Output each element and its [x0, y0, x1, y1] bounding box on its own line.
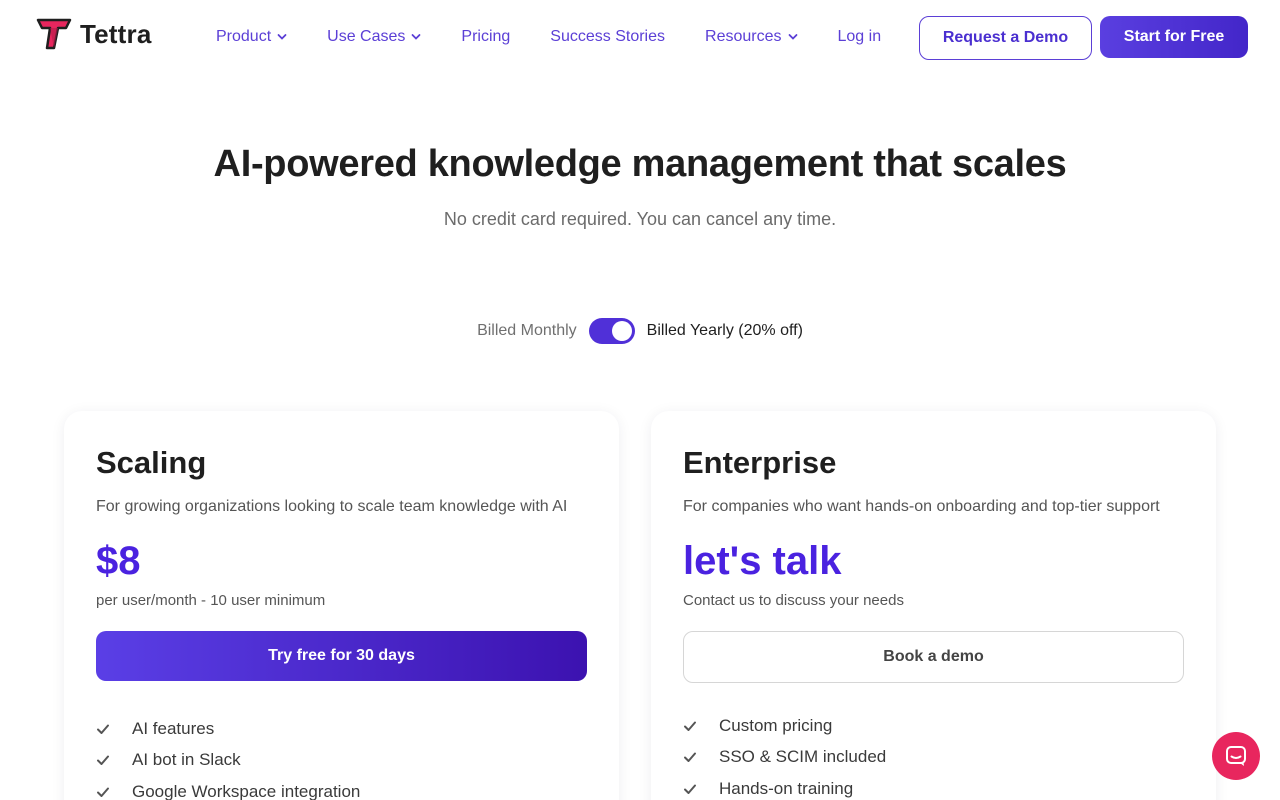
nav-login[interactable]: Log in — [838, 28, 882, 46]
plan-card-enterprise: Enterprise For companies who want hands-… — [651, 411, 1216, 800]
check-icon — [684, 784, 696, 794]
toggle-knob — [611, 321, 632, 341]
nav-success-stories[interactable]: Success Stories — [550, 28, 665, 46]
check-icon — [684, 721, 696, 731]
check-icon — [97, 755, 109, 766]
request-demo-button[interactable]: Request a Demo — [919, 16, 1092, 60]
nav-success-stories-label: Success Stories — [550, 28, 666, 45]
try-free-button[interactable]: Try free for 30 days — [96, 631, 587, 681]
billed-monthly-label[interactable]: Billed Monthly — [477, 322, 577, 340]
brand-name: Tettra — [80, 18, 152, 49]
chevron-down-icon — [411, 34, 421, 40]
feature-label: SSO & SCIM included — [719, 747, 887, 767]
feature-item: AI bot in Slack — [96, 745, 360, 777]
plan-card-scaling: Scaling For growing organizations lookin… — [64, 411, 619, 800]
tettra-logo-icon — [36, 18, 72, 50]
feature-label: AI bot in Slack — [132, 750, 241, 770]
nav-resources-label: Resources — [705, 28, 782, 45]
plan-price-note: Contact us to discuss your needs — [683, 592, 904, 609]
top-nav: Tettra Product Use Cases Pricing Success… — [0, 0, 1280, 78]
chat-widget-button[interactable] — [1212, 732, 1260, 780]
tettra-logo[interactable]: Tettra — [36, 18, 152, 50]
check-icon — [97, 787, 109, 797]
feature-item: Google Workspace integration — [96, 776, 360, 800]
nav-login-label: Log in — [837, 28, 882, 45]
nav-resources[interactable]: Resources — [705, 28, 797, 46]
feature-item: Custom pricing — [683, 710, 886, 742]
feature-label: Custom pricing — [719, 715, 833, 735]
chevron-down-icon — [788, 34, 797, 40]
feature-label: Google Workspace integration — [132, 781, 361, 800]
feature-label: Hands-on training — [719, 778, 854, 798]
plan-description: For growing organizations looking to sca… — [96, 498, 568, 515]
plan-price: $8 — [96, 539, 141, 583]
feature-item: AI features — [96, 713, 360, 745]
nav-product[interactable]: Product — [216, 28, 287, 46]
feature-item: SSO & SCIM included — [683, 742, 886, 774]
chevron-down-icon — [277, 34, 287, 40]
feature-list: Custom pricing SSO & SCIM included Hands… — [683, 710, 886, 800]
page-title: AI-powered knowledge management that sca… — [213, 143, 1067, 185]
plan-name: Enterprise — [683, 445, 837, 480]
page-subtitle: No credit card required. You can cancel … — [443, 209, 837, 229]
plan-name: Scaling — [96, 445, 207, 480]
billed-yearly-label[interactable]: Billed Yearly (20% off) — [647, 322, 803, 340]
plan-price: let's talk — [683, 539, 842, 583]
check-icon — [684, 752, 696, 763]
feature-list: AI features AI bot in Slack Google Works… — [96, 713, 360, 800]
billing-toggle-row: Billed Monthly Billed Yearly (20% off) — [0, 318, 1280, 344]
plan-price-note: per user/month - 10 user minimum — [96, 592, 326, 609]
nav-links: Product Use Cases Pricing Success Storie… — [216, 28, 921, 46]
nav-product-label: Product — [216, 28, 272, 45]
check-icon — [97, 724, 109, 734]
nav-use-cases[interactable]: Use Cases — [327, 28, 421, 46]
feature-item: Hands-on training — [683, 773, 886, 800]
nav-pricing[interactable]: Pricing — [461, 28, 510, 46]
chat-bubble-icon — [1226, 746, 1246, 766]
billing-toggle[interactable] — [588, 318, 635, 344]
nav-pricing-label: Pricing — [461, 28, 511, 45]
start-free-button[interactable]: Start for Free — [1100, 16, 1248, 58]
book-demo-button[interactable]: Book a demo — [683, 631, 1184, 683]
plan-description: For companies who want hands-on onboardi… — [683, 498, 1160, 515]
nav-use-cases-label: Use Cases — [327, 28, 406, 45]
feature-label: AI features — [132, 718, 215, 738]
